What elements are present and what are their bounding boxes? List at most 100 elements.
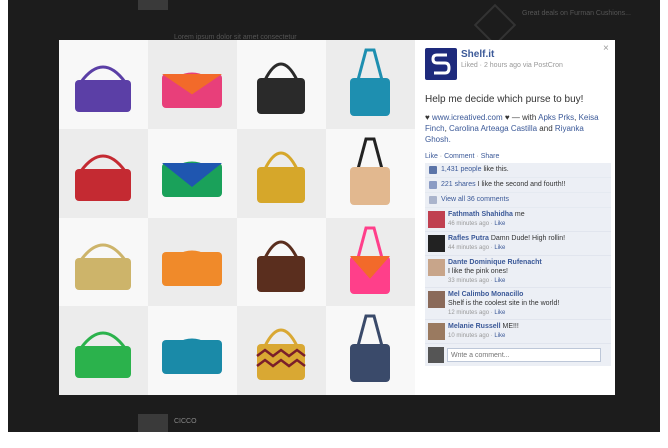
purse-pink-orange-clutch-icon — [162, 72, 222, 108]
background-thumbnail-bottom — [138, 414, 168, 432]
purse-teal-hobo-icon — [162, 338, 222, 375]
separator: · — [439, 153, 443, 160]
comment-like-link[interactable]: Like — [494, 221, 505, 227]
purse-plaid-crossbody — [326, 306, 415, 395]
comment-item: Mel Calimbo Monacillo Shelf is the coole… — [425, 288, 611, 320]
site-link[interactable]: www.icreatived.com — [432, 113, 503, 122]
purse-gold-clutch-icon — [75, 243, 131, 290]
photo-sidebar: × Shelf.it Liked · 2 hours ago via PostC… — [421, 40, 615, 395]
tag-and: and — [539, 124, 553, 133]
close-button[interactable]: × — [603, 43, 609, 54]
comment-text: Damn Dude! High rollin! — [490, 235, 566, 242]
background-label: CICCO — [174, 418, 197, 425]
purse-mustard-satchel — [237, 128, 326, 218]
post-tags: ♥ www.icreatived.com ♥ — with Apks Prks,… — [425, 113, 599, 144]
thumbs-up-icon — [429, 166, 437, 174]
purse-red-crossbody-icon — [75, 154, 131, 201]
separator: · — [476, 153, 479, 160]
comment-like-link[interactable]: Like — [494, 245, 505, 251]
comment-input[interactable] — [447, 348, 601, 362]
separator: · — [490, 333, 493, 339]
commenter-name[interactable]: Rafles Putra — [448, 235, 489, 242]
commenter-name[interactable]: Mel Calimbo Monacillo — [448, 291, 523, 298]
avatar[interactable] — [428, 235, 445, 252]
shelf-logo-icon — [431, 53, 451, 75]
write-comment-row — [425, 344, 611, 366]
purse-plaid-crossbody-icon — [350, 314, 390, 383]
purse-black-leather-bag-icon — [257, 62, 305, 114]
avatar[interactable] — [428, 323, 445, 340]
purse-green-satchel — [59, 306, 148, 395]
separator: · — [490, 278, 493, 284]
shares-count-link[interactable]: 221 shares — [441, 181, 476, 188]
separator: · — [490, 245, 493, 251]
page-name[interactable]: Shelf.it — [461, 49, 494, 60]
purse-brown-crocodile-tote — [237, 217, 326, 307]
comment-item: Fathmath Shahidha me 46 minutes ago · Li… — [425, 208, 611, 232]
purse-purple-satchel — [59, 40, 148, 129]
post-meta: Liked · 2 hours ago via PostCron — [461, 62, 563, 69]
share-icon — [429, 181, 437, 189]
comment-text: Shelf is the coolest site in the world! — [448, 300, 560, 307]
likes-suffix: like this. — [483, 166, 509, 173]
post-actions: Like · Comment · Share — [425, 153, 499, 160]
post-text: Help me decide which purse to buy! — [425, 94, 584, 105]
separator: · — [490, 221, 493, 227]
tag-mid: ♥ — with — [504, 113, 537, 122]
purse-green-satchel-icon — [75, 331, 131, 379]
tagged-person[interactable]: Carolina Arteaga Castilla — [449, 124, 537, 133]
commenter-name[interactable]: Dante Dominique Rufenacht — [448, 259, 542, 266]
purse-gold-clutch — [59, 217, 148, 307]
comment-time: 10 minutes ago — [448, 333, 490, 339]
comment-item: Dante Dominique Rufenacht I like the pin… — [425, 256, 611, 288]
feedback-panel: 1,431 people like this. 221 shares I lik… — [425, 163, 611, 366]
purse-mustard-satchel-icon — [257, 151, 305, 203]
purse-pink-orange-envelope — [326, 217, 415, 307]
shares-comment: I like the second and fourth!! — [477, 181, 566, 188]
likes-row: 1,431 people like this. — [425, 163, 611, 178]
purse-green-blue-clutch — [148, 128, 237, 218]
page-logo[interactable] — [425, 48, 457, 80]
purse-black-leather-bag — [237, 40, 326, 129]
comment-text: I like the pink ones! — [448, 268, 508, 275]
background-thumbnail — [138, 0, 168, 10]
comment-item: Rafles Putra Damn Dude! High rollin! 44 … — [425, 232, 611, 256]
purse-brown-crocodile-tote-icon — [257, 240, 305, 292]
view-all-row[interactable]: View all 36 comments — [425, 193, 611, 208]
comment-item: Melanie Russell ME!!! 10 minutes ago · L… — [425, 320, 611, 344]
purse-pink-orange-clutch — [148, 40, 237, 129]
avatar[interactable] — [428, 259, 445, 276]
separator: · — [490, 310, 493, 316]
purse-teal-hobo — [148, 306, 237, 395]
purse-green-blue-clutch-icon — [162, 161, 222, 197]
likes-count-link[interactable]: 1,431 people — [441, 166, 481, 173]
like-link[interactable]: Like — [425, 153, 438, 160]
comment-like-link[interactable]: Like — [494, 310, 505, 316]
avatar — [428, 347, 444, 363]
comment-text: me — [514, 211, 525, 218]
purse-collage-photo[interactable] — [59, 40, 415, 395]
avatar[interactable] — [428, 291, 445, 308]
purse-orange-doctor-bag — [148, 217, 237, 307]
comment-time: 33 minutes ago — [448, 278, 490, 284]
commenter-name[interactable]: Fathmath Shahidha — [448, 211, 513, 218]
share-link[interactable]: Share — [481, 153, 500, 160]
purse-red-crossbody — [59, 128, 148, 218]
purse-teal-tote-icon — [350, 48, 390, 116]
comment-like-link[interactable]: Like — [494, 333, 505, 339]
comment-time: 44 minutes ago — [448, 245, 490, 251]
comments-icon — [429, 196, 437, 204]
comment-time: 46 minutes ago — [448, 221, 490, 227]
heart-prefix: ♥ — [425, 113, 430, 122]
background-ad-text: Great deals on Furman Cushions... — [522, 10, 631, 17]
commenter-name[interactable]: Melanie Russell — [448, 323, 501, 330]
view-all-comments-link[interactable]: View all 36 comments — [441, 196, 509, 203]
photo-lightbox: × Shelf.it Liked · 2 hours ago via PostC… — [59, 40, 615, 395]
tagged-person[interactable]: Apks Prks — [538, 113, 574, 122]
purse-tan-black-tote-icon — [350, 137, 390, 205]
comment-like-link[interactable]: Like — [494, 278, 505, 284]
avatar[interactable] — [428, 211, 445, 228]
comment-link[interactable]: Comment — [444, 153, 474, 160]
purse-teal-tote — [326, 40, 415, 129]
comment-time: 12 minutes ago — [448, 310, 490, 316]
